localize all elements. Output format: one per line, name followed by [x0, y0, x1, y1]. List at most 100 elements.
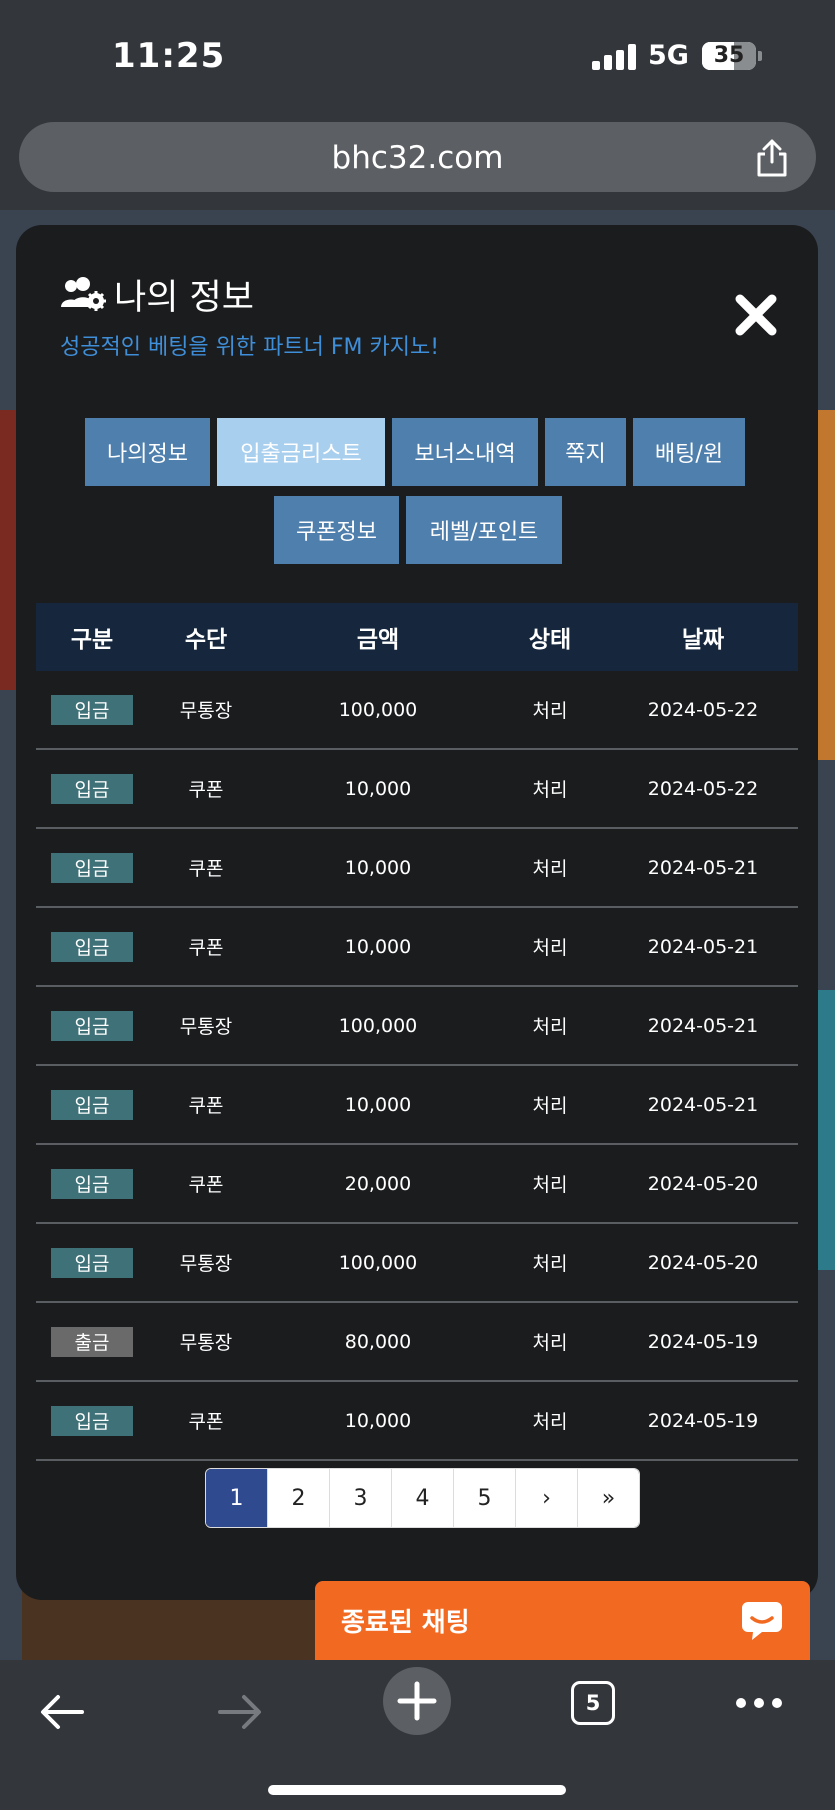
chat-widget-button[interactable]: 종료된 채팅 [315, 1581, 810, 1660]
cell-type: 입금 [36, 1224, 148, 1301]
deposit-badge: 입금 [51, 1168, 133, 1199]
next-page-button[interactable]: › [515, 1469, 577, 1527]
deposit-badge: 입금 [51, 1247, 133, 1278]
transaction-list: 입금 무통장 100,000 처리 2024-05-22 입금 쿠폰 10,000 처리 2024… [36, 671, 798, 1461]
cell-method: 쿠폰 [188, 937, 224, 959]
table-row: 입금 쿠폰 10,000 처리 2024-05-19 [36, 1382, 798, 1461]
cell-type: 입금 [36, 750, 148, 827]
table-row: 입금 쿠폰 10,000 처리 2024-05-22 [36, 750, 798, 829]
battery-icon: 35 [702, 42, 756, 70]
cell-status: 처리 [532, 700, 568, 722]
background-banner-right [815, 410, 835, 760]
tab-level-points[interactable]: 레벨/포인트 [406, 496, 562, 564]
deposit-badge: 입금 [51, 1010, 133, 1041]
page-1-button[interactable]: 1 [206, 1469, 267, 1527]
cell-amount: 10,000 [344, 1093, 412, 1116]
cell-status: 처리 [532, 779, 568, 801]
cell-date: 2024-05-19 [647, 1409, 759, 1432]
cell-type: 출금 [36, 1303, 148, 1380]
chat-label: 종료된 채팅 [341, 1608, 470, 1638]
tab-row-2: 쿠폰정보 레벨/포인트 [274, 496, 562, 564]
cell-date: 2024-05-21 [647, 1014, 759, 1037]
more-options-icon[interactable] [735, 1696, 783, 1710]
cell-date: 2024-05-19 [647, 1330, 759, 1353]
table-row: 출금 무통장 80,000 처리 2024-05-19 [36, 1303, 798, 1382]
tab-switcher-button[interactable]: 5 [571, 1681, 615, 1725]
tab-row-1: 나의정보 입출금리스트 보너스내역 쪽지 배팅/윈 [85, 418, 745, 486]
tab-messages[interactable]: 쪽지 [545, 418, 626, 486]
cell-type: 입금 [36, 908, 148, 985]
tab-coupon-info[interactable]: 쿠폰정보 [274, 496, 399, 564]
cell-type: 입금 [36, 1145, 148, 1222]
cell-type: 입금 [36, 1066, 148, 1143]
cell-amount: 10,000 [344, 1409, 412, 1432]
last-page-button[interactable]: » [577, 1469, 639, 1527]
cell-status: 처리 [532, 1253, 568, 1275]
cell-type: 입금 [36, 671, 148, 748]
cell-amount: 100,000 [338, 698, 418, 721]
cell-method: 무통장 [179, 700, 233, 722]
cell-method: 쿠폰 [188, 1095, 224, 1117]
address-bar[interactable]: bhc32.com [19, 122, 816, 192]
url-text: bhc32.com [331, 140, 504, 176]
cell-date: 2024-05-21 [647, 1093, 759, 1116]
close-icon[interactable] [732, 291, 780, 339]
network-type: 5G [648, 40, 689, 71]
cell-method: 무통장 [179, 1253, 233, 1275]
pagination: 1 2 3 4 5 › » [205, 1468, 640, 1528]
cell-amount: 100,000 [338, 1014, 418, 1037]
table-row: 입금 쿠폰 10,000 처리 2024-05-21 [36, 1066, 798, 1145]
page-2-button[interactable]: 2 [267, 1469, 329, 1527]
cell-status: 처리 [532, 1411, 568, 1433]
table-row: 입금 무통장 100,000 처리 2024-05-21 [36, 987, 798, 1066]
deposit-badge: 입금 [51, 852, 133, 883]
address-bar-area: bhc32.com [0, 110, 835, 210]
users-gear-icon [61, 276, 106, 311]
chat-bubble-icon [742, 1602, 782, 1640]
header-amount: 금액 [356, 627, 400, 653]
header-date: 날짜 [681, 627, 725, 653]
cell-date: 2024-05-22 [647, 777, 759, 800]
cell-amount: 10,000 [344, 777, 412, 800]
cell-method: 무통장 [179, 1016, 233, 1038]
deposit-badge: 입금 [51, 773, 133, 804]
header-method: 수단 [184, 627, 228, 653]
cell-date: 2024-05-20 [647, 1172, 759, 1195]
my-info-modal: 나의 정보 성공적인 베팅을 위한 파트너 FM 카지노! 나의정보 입출금리스… [16, 225, 818, 1600]
cell-amount: 10,000 [344, 856, 412, 879]
home-indicator [268, 1785, 566, 1795]
new-tab-plus-icon[interactable] [382, 1666, 452, 1736]
battery-nub [758, 51, 762, 61]
withdraw-badge: 출금 [51, 1326, 133, 1357]
table-row: 입금 무통장 100,000 처리 2024-05-20 [36, 1224, 798, 1303]
back-arrow-icon[interactable] [38, 1692, 86, 1732]
tab-bonus-history[interactable]: 보너스내역 [392, 418, 538, 486]
forward-arrow-icon[interactable] [216, 1692, 264, 1732]
cell-status: 처리 [532, 1095, 568, 1117]
page-3-button[interactable]: 3 [329, 1469, 391, 1527]
cell-date: 2024-05-22 [647, 698, 759, 721]
table-row: 입금 무통장 100,000 처리 2024-05-22 [36, 671, 798, 750]
cell-status: 처리 [532, 1016, 568, 1038]
modal-subtitle: 성공적인 베팅을 위한 파트너 FM 카지노! [60, 335, 440, 360]
tab-count: 5 [585, 1691, 601, 1715]
cell-status: 처리 [532, 937, 568, 959]
cell-type: 입금 [36, 987, 148, 1064]
deposit-badge: 입금 [51, 694, 133, 725]
tab-betting-win[interactable]: 배팅/윈 [633, 418, 745, 486]
tab-my-info[interactable]: 나의정보 [85, 418, 210, 486]
share-icon[interactable] [754, 138, 790, 178]
cell-amount: 10,000 [344, 935, 412, 958]
battery-level: 35 [713, 43, 745, 68]
page-4-button[interactable]: 4 [391, 1469, 453, 1527]
cell-amount: 20,000 [344, 1172, 412, 1195]
page-5-button[interactable]: 5 [453, 1469, 515, 1527]
tab-deposit-withdraw-list[interactable]: 입출금리스트 [217, 418, 385, 486]
cell-method: 쿠폰 [188, 858, 224, 880]
header-status: 상태 [528, 627, 572, 653]
cell-type: 입금 [36, 829, 148, 906]
header-type: 구분 [70, 627, 114, 653]
cell-status: 처리 [532, 1332, 568, 1354]
cell-status: 처리 [532, 1174, 568, 1196]
cell-amount: 100,000 [338, 1251, 418, 1274]
